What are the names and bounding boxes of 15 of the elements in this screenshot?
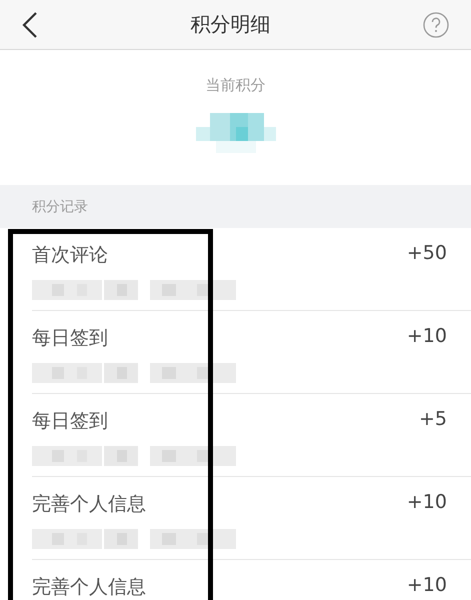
section-title: 积分记录 [32, 198, 88, 216]
record-points: +50 [406, 242, 447, 266]
help-icon[interactable] [423, 12, 449, 38]
record-name: 首次评论 [32, 243, 109, 268]
page-title: 积分明细 [190, 11, 270, 38]
record-name: 完善个人信息 [32, 492, 147, 517]
record-name: 每日签到 [32, 326, 109, 351]
record-points: +10 [406, 491, 447, 515]
balance-label: 当前积分 [206, 76, 266, 95]
record-name: 完善个人信息 [32, 575, 146, 600]
back-icon[interactable] [22, 12, 38, 38]
record-points: +10 [406, 325, 447, 349]
record-points: +5 [418, 408, 447, 432]
record-name: 每日签到 [32, 409, 109, 434]
record-points: +10 [406, 574, 447, 598]
